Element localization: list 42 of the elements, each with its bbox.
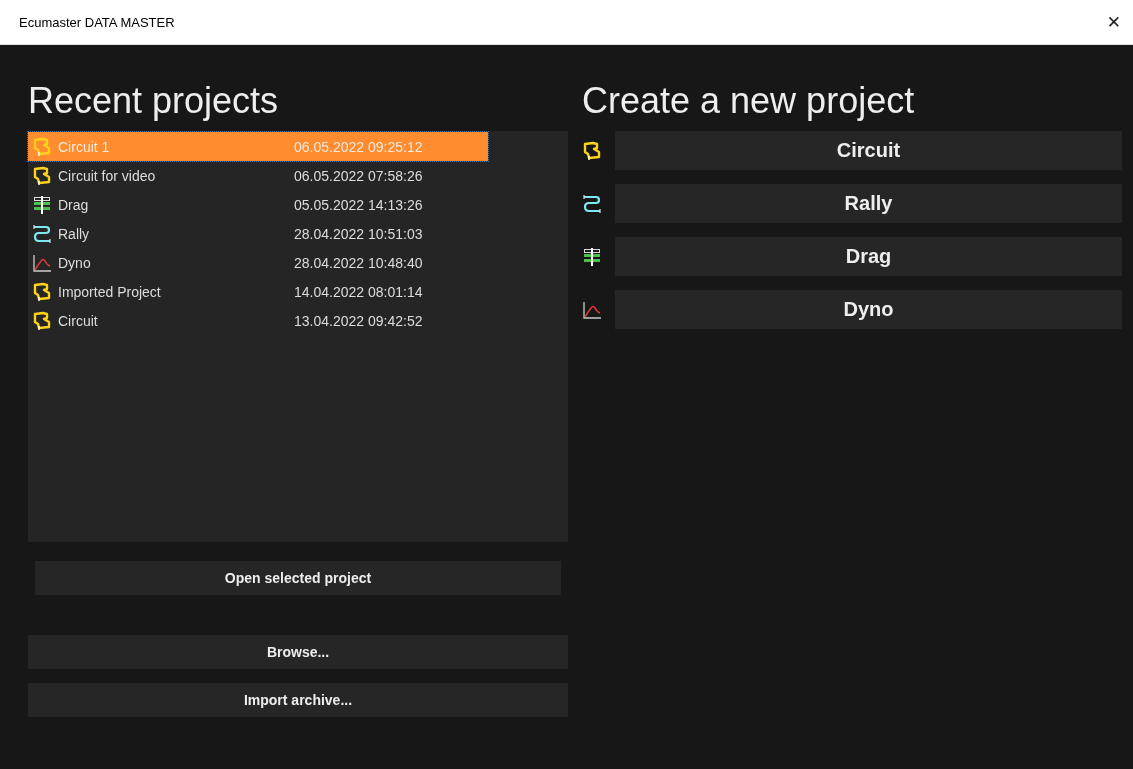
- project-date: 06.05.2022 07:58:26: [294, 167, 423, 184]
- track-icon: [582, 193, 602, 214]
- project-name: Rally: [58, 225, 91, 242]
- project-name: Dyno: [58, 254, 92, 271]
- new-project-button[interactable]: Dyno: [615, 290, 1122, 329]
- project-row[interactable]: Rally 28.04.2022 10:51:03: [28, 219, 488, 248]
- browse-button[interactable]: Browse...: [28, 635, 568, 669]
- chart-icon: [582, 299, 602, 320]
- section-heading: Recent projects: [28, 79, 280, 123]
- project-date: 14.04.2022 08:01:14: [294, 283, 423, 300]
- project-name: Imported Project: [58, 283, 162, 300]
- track-icon: [582, 140, 602, 161]
- project-row[interactable]: Imported Project 14.04.2022 08:01:14: [28, 277, 488, 306]
- project-name: Drag: [58, 196, 90, 213]
- project-name: Circuit: [58, 312, 99, 329]
- section-heading: Create a new project: [582, 79, 916, 123]
- close-button[interactable]: ✕: [1102, 12, 1125, 32]
- project-date: 06.05.2022 09:25:12: [294, 138, 423, 155]
- new-project-button[interactable]: Rally: [615, 184, 1122, 223]
- new-project-button[interactable]: Drag: [615, 237, 1122, 276]
- project-name: Circuit 1: [58, 138, 111, 155]
- project-date: 28.04.2022 10:48:40: [294, 254, 423, 271]
- project-row[interactable]: Dyno 28.04.2022 10:48:40: [28, 248, 488, 277]
- track-icon: [32, 310, 52, 331]
- project-date: 28.04.2022 10:51:03: [294, 225, 423, 242]
- chart-icon: [32, 252, 52, 273]
- project-name: Circuit for video: [58, 167, 157, 184]
- drag-strip-icon: [582, 246, 602, 267]
- project-date: 05.05.2022 14:13:26: [294, 196, 423, 213]
- track-icon: [32, 223, 52, 244]
- import-archive-button[interactable]: Import archive...: [28, 683, 568, 717]
- new-project-button[interactable]: Circuit: [615, 131, 1122, 170]
- project-row[interactable]: Circuit 13.04.2022 09:42:52: [28, 306, 488, 335]
- open-project-button[interactable]: Open selected project: [35, 561, 561, 595]
- drag-strip-icon: [32, 194, 52, 215]
- window-title: Ecumaster DATA MASTER: [19, 14, 175, 30]
- track-icon: [32, 165, 52, 186]
- track-icon: [32, 136, 52, 157]
- project-date: 13.04.2022 09:42:52: [294, 312, 423, 329]
- project-row[interactable]: Drag 05.05.2022 14:13:26: [28, 190, 488, 219]
- project-row[interactable]: Circuit for video 06.05.2022 07:58:26: [28, 161, 488, 190]
- track-icon: [32, 281, 52, 302]
